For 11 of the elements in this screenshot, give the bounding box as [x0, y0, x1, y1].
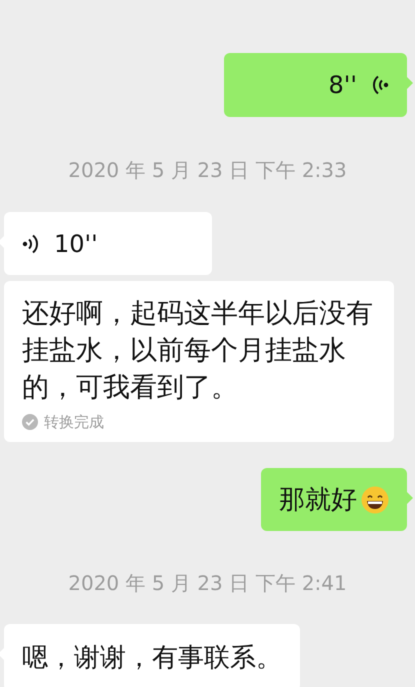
- timestamp: 2020 年 5 月 23 日 下午 2:41: [68, 570, 347, 596]
- check-circle-icon: [22, 414, 38, 430]
- voice-duration: 10'': [54, 230, 98, 258]
- message-text: 那就好: [279, 484, 357, 517]
- timestamp: 2020 年 5 月 23 日 下午 2:33: [68, 157, 347, 183]
- grinning-face-icon: [361, 486, 389, 514]
- voice-duration: 8'': [328, 71, 357, 99]
- transcript-status: 转换完成: [44, 412, 104, 432]
- transcript-text: 还好啊，起码这半年以后没有挂盐水，以前每个月挂盐水的，可我看到了。: [22, 297, 374, 405]
- message-text: 嗯，谢谢，有事联系。: [22, 642, 282, 675]
- voice-wave-icon: [371, 73, 389, 97]
